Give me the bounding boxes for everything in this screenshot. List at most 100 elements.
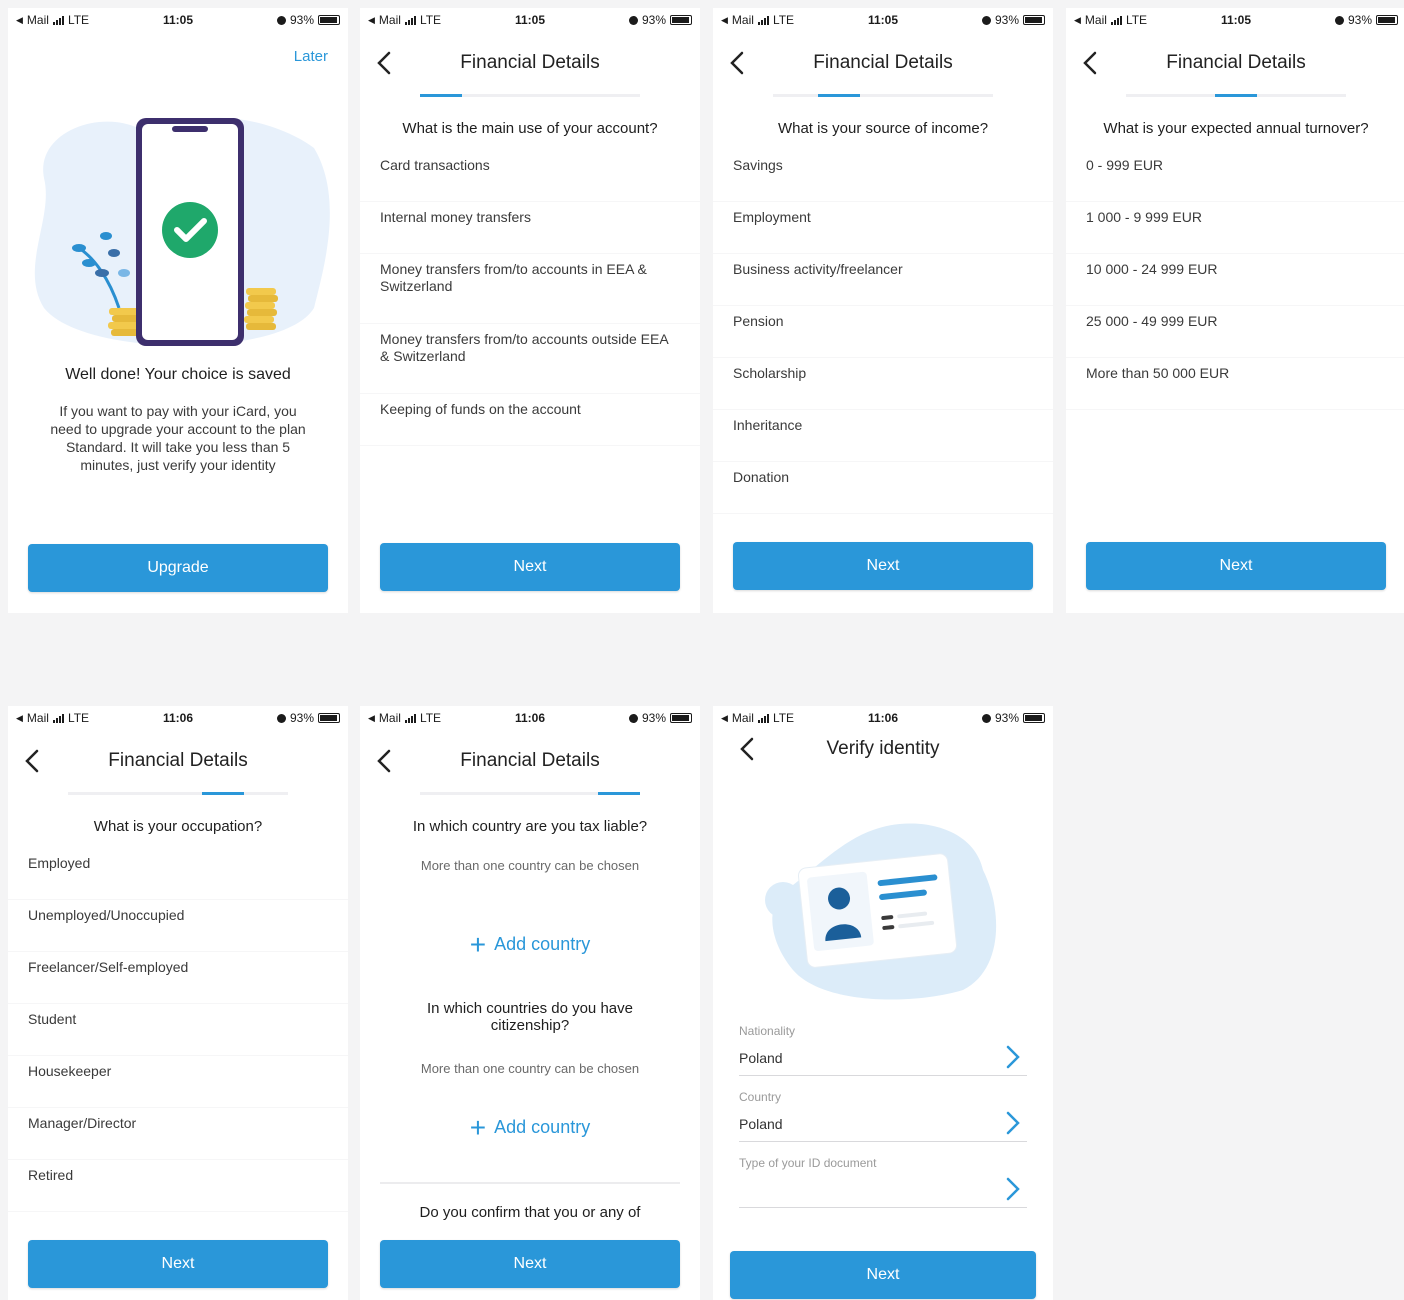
option-keeping-funds[interactable]: Keeping of funds on the account [360, 394, 700, 446]
option-pension[interactable]: Pension [713, 306, 1053, 358]
success-title: Well done! Your choice is saved [65, 366, 291, 383]
plus-icon: + [469, 1111, 487, 1143]
option-turnover-4[interactable]: More than 50 000 EUR [1066, 358, 1404, 410]
option-retired[interactable]: Retired [8, 1160, 348, 1212]
question: What is the main use of your account? [402, 120, 658, 137]
upgrade-button[interactable]: Upgrade [28, 544, 328, 592]
check-circle-icon [162, 202, 218, 258]
option-card-transactions[interactable]: Card transactions [360, 150, 700, 202]
alarm-icon [276, 713, 286, 723]
page-title: Financial Details [460, 750, 600, 771]
divider [380, 1182, 680, 1184]
option-scholarship[interactable]: Scholarship [713, 358, 1053, 410]
step-progress [420, 94, 640, 97]
option-business-activity[interactable]: Business activity/freelancer [713, 254, 1053, 306]
status-bar: ◀ Mail LTE 11:06 93% [8, 706, 348, 732]
next-button[interactable]: Next [730, 1251, 1036, 1299]
option-turnover-0[interactable]: 0 - 999 EUR [1066, 150, 1404, 202]
alarm-icon [628, 713, 638, 723]
option-transfers-eea[interactable]: Money transfers from/to accounts in EEA … [360, 254, 700, 324]
option-housekeeper[interactable]: Housekeeper [8, 1056, 348, 1108]
option-manager[interactable]: Manager/Director [8, 1108, 348, 1160]
option-turnover-3[interactable]: 25 000 - 49 999 EUR [1066, 306, 1404, 358]
step-progress [68, 792, 288, 795]
nationality-field[interactable]: Poland [739, 1042, 1027, 1076]
option-inheritance[interactable]: Inheritance [713, 410, 1053, 462]
chevron-right-icon [1006, 1045, 1020, 1069]
option-donation[interactable]: Donation [713, 462, 1053, 514]
next-button[interactable]: Next [1086, 542, 1386, 590]
phone-success-illustration [34, 117, 330, 346]
page-title: Financial Details [813, 52, 953, 73]
option-turnover-2[interactable]: 10 000 - 24 999 EUR [1066, 254, 1404, 306]
battery-icon [1023, 713, 1045, 723]
nav-bar: Financial Details [8, 742, 348, 786]
alarm-icon [981, 15, 991, 25]
coins-right [244, 288, 278, 330]
screen-annual-turnover: ◀ Mail LTE 11:05 93% Financial Details Wha… [1066, 8, 1404, 613]
option-list: 0 - 999 EUR 1 000 - 9 999 EUR 10 000 - 2… [1066, 150, 1404, 410]
screen-income-source: ◀ Mail LTE 11:05 93% Financial Details Wha… [713, 8, 1053, 613]
later-link[interactable]: Later [294, 48, 328, 65]
nav-bar: Financial Details [1066, 44, 1404, 88]
next-button[interactable]: Next [733, 542, 1033, 590]
alarm-icon [628, 15, 638, 25]
option-student[interactable]: Student [8, 1004, 348, 1056]
country-label: Country [739, 1090, 782, 1104]
confirm-question: Do you confirm that you or any of [419, 1204, 641, 1221]
citizenship-question: In which countries do you have citizensh… [427, 1000, 633, 1034]
step-progress [1126, 94, 1346, 97]
option-employment[interactable]: Employment [713, 202, 1053, 254]
nav-bar: Financial Details [360, 44, 700, 88]
back-chevron-icon[interactable] [1078, 50, 1104, 76]
alarm-icon [981, 713, 991, 723]
battery-icon [1023, 15, 1045, 25]
page-title: Verify identity [826, 738, 940, 759]
screen-occupation: ◀ Mail LTE 11:06 93% Financial Details Wha… [8, 706, 348, 1300]
back-chevron-icon[interactable] [725, 50, 751, 76]
question: What is your occupation? [93, 818, 263, 835]
back-chevron-icon[interactable] [372, 50, 398, 76]
status-bar: ◀ Mail LTE 11:06 93% [713, 706, 1053, 732]
page-title: Financial Details [108, 750, 248, 771]
screen-upgrade: ◀ Mail LTE 11:05 93% Later Well done! Yo… [8, 8, 348, 613]
nav-bar: Financial Details [713, 44, 1053, 88]
citizenship-hint: More than one country can be chosen [420, 1061, 640, 1076]
option-employed[interactable]: Employed [8, 848, 348, 900]
nav-bar: Financial Details [360, 742, 700, 786]
option-list: Card transactions Internal money transfe… [360, 150, 700, 446]
back-chevron-icon[interactable] [20, 748, 46, 774]
document-type-label: Type of your ID document [739, 1156, 877, 1170]
page-title: Financial Details [460, 52, 600, 73]
add-tax-country-button[interactable]: + Add country [360, 930, 700, 958]
option-transfers-outside-eea[interactable]: Money transfers from/to accounts outside… [360, 324, 700, 394]
option-list: Employed Unemployed/Unoccupied Freelance… [8, 848, 348, 1212]
option-savings[interactable]: Savings [713, 150, 1053, 202]
alarm-icon [276, 15, 286, 25]
add-citizenship-country-button[interactable]: + Add country [360, 1111, 700, 1143]
status-bar: ◀ Mail LTE 11:05 93% [360, 8, 700, 34]
status-bar: ◀ Mail LTE 11:06 93% [360, 706, 700, 732]
battery-icon [670, 15, 692, 25]
screen-account-use: ◀ Mail LTE 11:05 93% Financial Details Wha… [360, 8, 700, 613]
document-type-field[interactable] [739, 1174, 1027, 1208]
option-unemployed[interactable]: Unemployed/Unoccupied [8, 900, 348, 952]
option-list: Savings Employment Business activity/fre… [713, 150, 1053, 514]
option-freelancer[interactable]: Freelancer/Self-employed [8, 952, 348, 1004]
next-button[interactable]: Next [380, 543, 680, 591]
option-internal-transfers[interactable]: Internal money transfers [360, 202, 700, 254]
screen-verify-identity: ◀ Mail LTE 11:06 93% Verify identity Natio… [713, 706, 1053, 1300]
question: What is your source of income? [777, 120, 989, 137]
tax-question: In which country are you tax liable? [412, 818, 648, 835]
next-button[interactable]: Next [380, 1240, 680, 1288]
page-title: Financial Details [1166, 52, 1306, 73]
status-bar: ◀ Mail LTE 11:05 93% [713, 8, 1053, 34]
option-turnover-1[interactable]: 1 000 - 9 999 EUR [1066, 202, 1404, 254]
battery-icon [1376, 15, 1398, 25]
back-chevron-icon[interactable] [372, 748, 398, 774]
next-button[interactable]: Next [28, 1240, 328, 1288]
chevron-right-icon [1006, 1177, 1020, 1201]
country-field[interactable]: Poland [739, 1108, 1027, 1142]
nationality-label: Nationality [739, 1024, 796, 1038]
status-bar: ◀ Mail LTE 11:05 93% [8, 8, 348, 34]
